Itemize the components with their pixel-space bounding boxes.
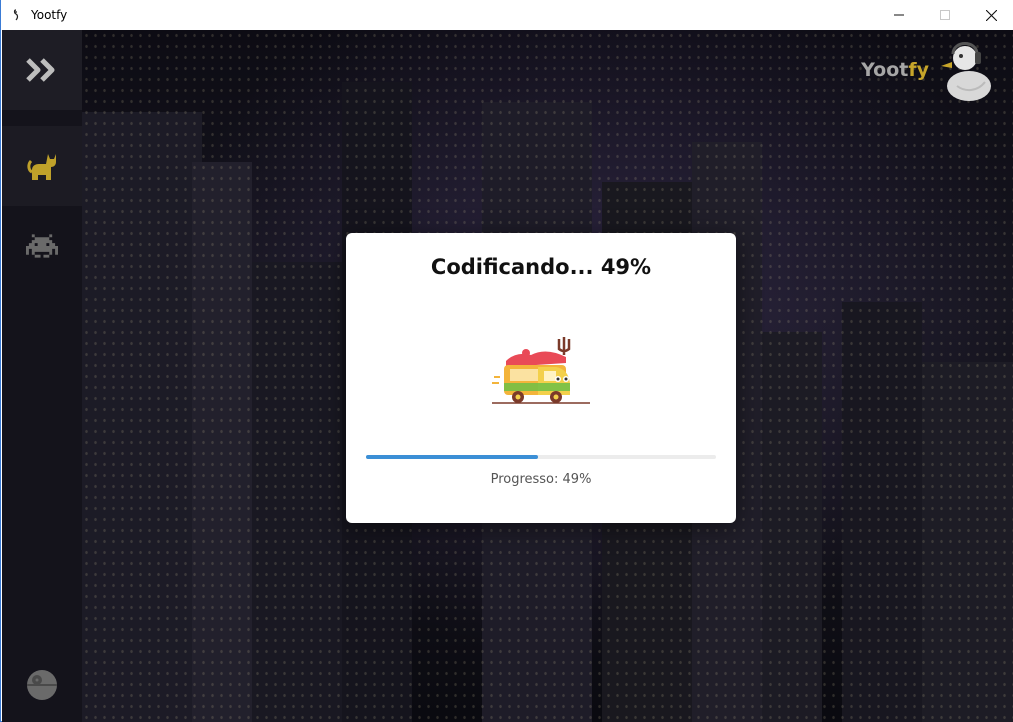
maximize-icon bbox=[940, 10, 950, 20]
progress-bar-fill bbox=[366, 455, 538, 459]
app-icon bbox=[1, 0, 31, 30]
title-bar: Yootfy bbox=[1, 0, 1013, 30]
maximize-button[interactable] bbox=[922, 0, 968, 30]
minimize-icon bbox=[894, 14, 904, 16]
food-truck-icon bbox=[492, 337, 590, 404]
duck-headphones-icon bbox=[941, 42, 991, 101]
logo-text: Yootfy bbox=[861, 59, 929, 81]
window-title: Yootfy bbox=[31, 8, 68, 22]
sidebar-item-death-star[interactable] bbox=[2, 645, 82, 722]
window-controls bbox=[876, 0, 1013, 30]
app-window: Yootfy Yootfy Codificando... 49% Progres… bbox=[0, 0, 1013, 722]
sidebar bbox=[2, 30, 82, 722]
death-star-icon bbox=[27, 670, 57, 700]
progress-bar bbox=[366, 455, 716, 459]
sidebar-item-cat[interactable] bbox=[2, 126, 82, 206]
progress-label: Progresso: 49% bbox=[490, 472, 592, 487]
close-icon bbox=[985, 9, 997, 21]
cat-icon bbox=[27, 154, 56, 180]
yootfy-logo: Yootfy bbox=[861, 36, 993, 104]
main-content: Yootfy Codificando... 49% Progresso: 49% bbox=[2, 30, 1013, 722]
double-chevron-right-icon bbox=[26, 58, 55, 82]
sidebar-expand-button[interactable] bbox=[2, 30, 82, 110]
encoding-dialog: Codificando... 49% Progresso: 49% bbox=[346, 233, 736, 523]
close-button[interactable] bbox=[968, 0, 1013, 30]
minimize-button[interactable] bbox=[876, 0, 922, 30]
dialog-title: Codificando... 49% bbox=[430, 255, 652, 279]
space-invader-icon bbox=[26, 234, 58, 258]
sidebar-item-invader[interactable] bbox=[2, 206, 82, 286]
